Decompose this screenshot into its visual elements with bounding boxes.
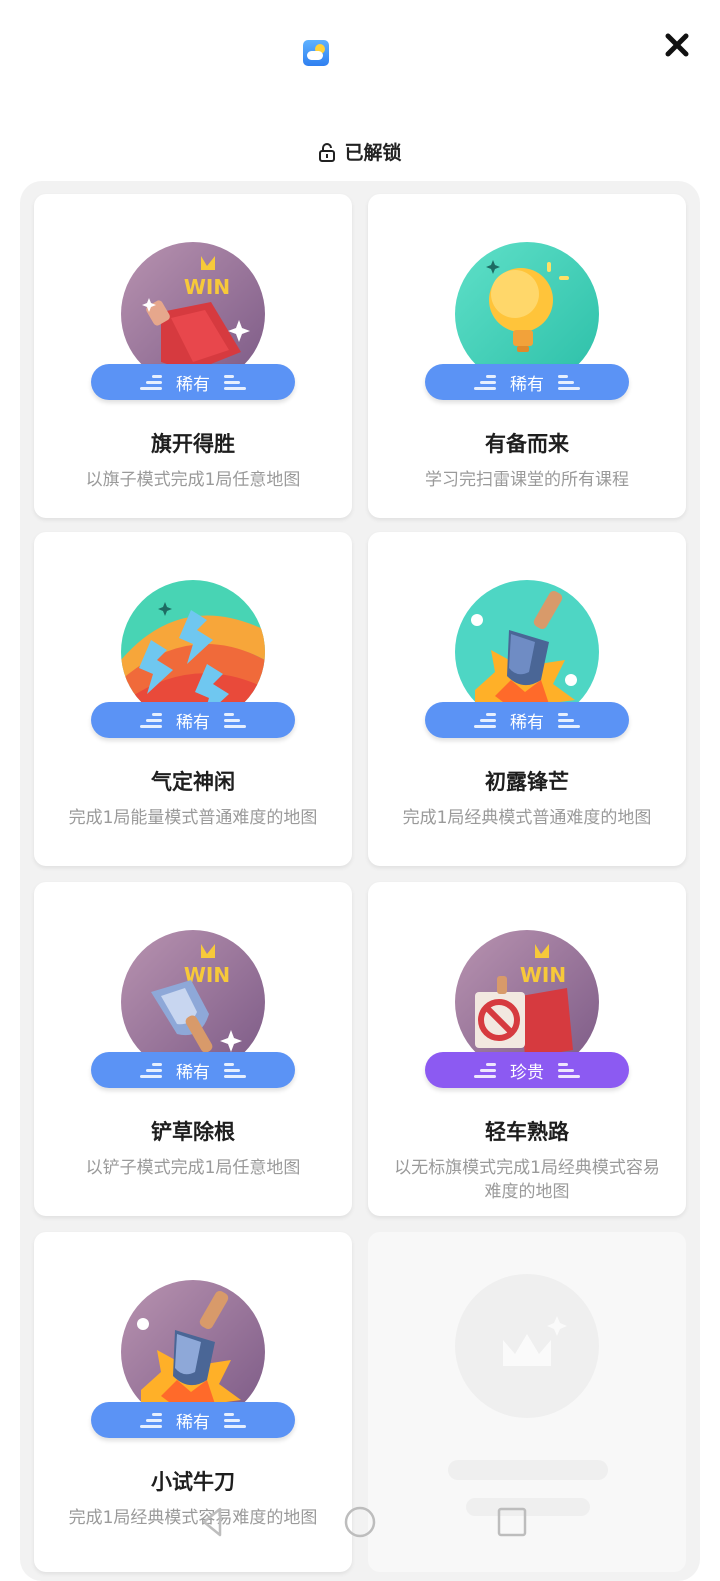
rarity-stairs-icon	[140, 374, 162, 390]
recents-button[interactable]	[495, 1505, 529, 1539]
locked-title-placeholder	[448, 1460, 608, 1480]
achievement-title: 初露锋芒	[485, 770, 569, 794]
back-button[interactable]	[196, 1505, 230, 1539]
top-bar	[0, 0, 720, 120]
svg-text:WIN: WIN	[184, 275, 230, 299]
achievement-desc: 完成1局能量模式普通难度的地图	[68, 808, 318, 828]
rarity-label: 稀有	[176, 374, 210, 395]
rarity-stairs-icon	[558, 1062, 580, 1078]
achievement-desc: 完成1局经典模式普通难度的地图	[402, 808, 652, 828]
achievement-card[interactable]: WIN 稀有 铲草除根 以铲子模式完成1局任意地图	[34, 882, 352, 1216]
rarity-badge: 稀有	[425, 702, 629, 738]
rarity-badge: 稀有	[91, 702, 295, 738]
rarity-stairs-icon	[474, 1062, 496, 1078]
achievement-desc: 学习完扫雷课堂的所有课程	[425, 470, 629, 490]
rarity-label: 稀有	[176, 1062, 210, 1083]
close-icon	[665, 33, 689, 57]
achievement-title: 铲草除根	[151, 1120, 235, 1144]
rarity-badge: 珍贵	[425, 1052, 629, 1088]
close-button[interactable]	[660, 28, 694, 62]
achievement-desc: 以铲子模式完成1局任意地图	[85, 1158, 301, 1178]
rarity-stairs-icon	[474, 712, 496, 728]
rarity-stairs-icon	[224, 1412, 246, 1428]
rarity-stairs-icon	[558, 374, 580, 390]
crown-placeholder-icon	[503, 1316, 567, 1366]
rarity-stairs-icon	[140, 1412, 162, 1428]
locked-badge-placeholder	[455, 1274, 599, 1418]
rarity-stairs-icon	[474, 374, 496, 390]
rarity-badge: 稀有	[91, 364, 295, 400]
rarity-stairs-icon	[140, 1062, 162, 1078]
unlock-status: 已解锁	[0, 138, 720, 168]
achievement-title: 有备而来	[485, 432, 569, 456]
home-circle-icon	[344, 1506, 376, 1538]
achievement-desc: 以旗子模式完成1局任意地图	[85, 470, 301, 490]
svg-text:WIN: WIN	[520, 963, 566, 987]
rarity-badge: 稀有	[91, 1052, 295, 1088]
achievement-title: 轻车熟路	[485, 1120, 569, 1144]
unlock-label: 已解锁	[344, 142, 402, 164]
rarity-label: 稀有	[176, 1412, 210, 1433]
achievement-card[interactable]: WIN 稀有 旗开得胜 以旗子模式完成1局任意地图	[34, 194, 352, 518]
achievement-card[interactable]: WIN 珍贵 轻车熟路 以无标旗模式完成1局经典模式容易难度的地图	[368, 882, 686, 1216]
achievement-card[interactable]: 稀有 气定神闲 完成1局能量模式普通难度的地图	[34, 532, 352, 866]
rarity-stairs-icon	[224, 1062, 246, 1078]
recents-square-icon	[497, 1507, 527, 1537]
rarity-label: 稀有	[510, 712, 544, 733]
achievement-title: 气定神闲	[151, 770, 235, 794]
rarity-badge: 稀有	[91, 1402, 295, 1438]
rarity-label: 稀有	[510, 374, 544, 395]
rarity-badge: 稀有	[425, 364, 629, 400]
rarity-label: 稀有	[176, 712, 210, 733]
achievement-card[interactable]: 稀有 有备而来 学习完扫雷课堂的所有课程	[368, 194, 686, 518]
rarity-stairs-icon	[224, 712, 246, 728]
back-triangle-icon	[202, 1507, 222, 1537]
rarity-stairs-icon	[140, 712, 162, 728]
unlock-icon	[319, 142, 336, 162]
rarity-stairs-icon	[224, 374, 246, 390]
weather-app-icon	[303, 40, 329, 66]
rarity-label: 珍贵	[510, 1062, 544, 1083]
achievement-desc: 以无标旗模式完成1局经典模式容易难度的地图	[394, 1158, 660, 1202]
home-button[interactable]	[343, 1505, 377, 1539]
achievement-title: 旗开得胜	[151, 432, 235, 456]
achievement-card[interactable]: 稀有 初露锋芒 完成1局经典模式普通难度的地图	[368, 532, 686, 866]
rarity-stairs-icon	[558, 712, 580, 728]
